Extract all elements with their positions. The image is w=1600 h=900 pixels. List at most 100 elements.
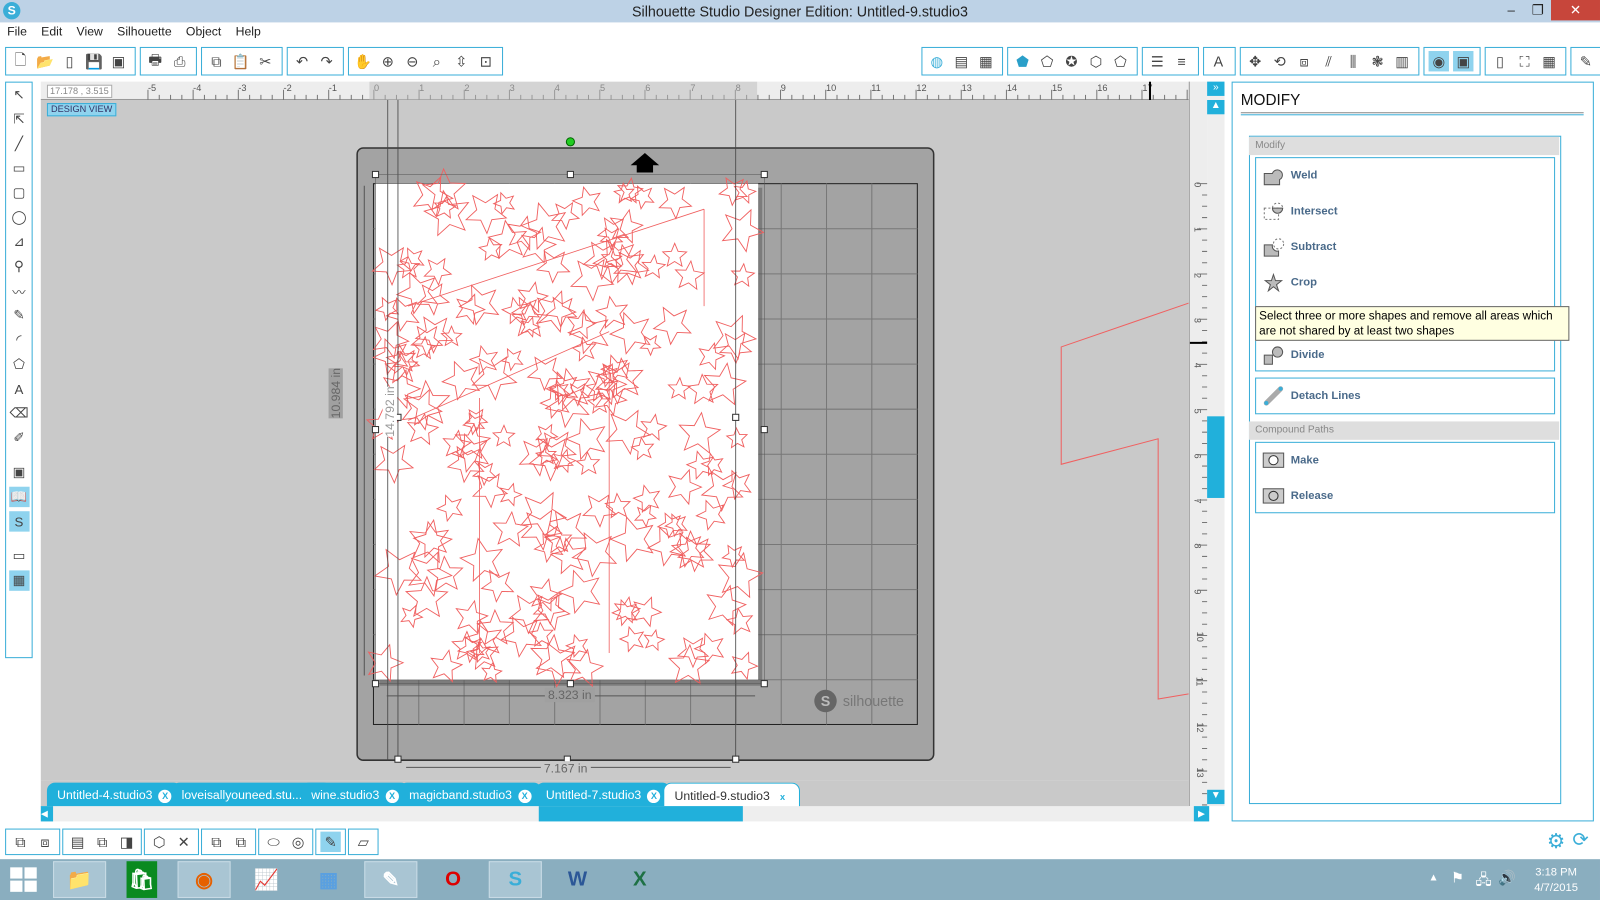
- show-hidden-icons[interactable]: ▲: [1429, 872, 1439, 883]
- menu-file[interactable]: File: [0, 22, 34, 42]
- resize-handle[interactable]: [732, 755, 740, 763]
- taskbar-silhouette-studio-icon[interactable]: S: [488, 861, 542, 898]
- select-tool-icon[interactable]: ↖: [9, 85, 29, 105]
- scale-icon[interactable]: ⧈: [1294, 51, 1314, 71]
- weld-button[interactable]: Weld: [1262, 163, 1317, 187]
- taskbar-file-explorer-icon[interactable]: 📁: [53, 861, 107, 898]
- grid-icon[interactable]: ▦: [1539, 51, 1559, 71]
- eraser-tool-icon[interactable]: ⌫: [9, 403, 29, 423]
- tab-close-button[interactable]: X: [518, 789, 532, 804]
- point-edit-icon[interactable]: ⇱: [9, 109, 29, 129]
- send-backward-icon[interactable]: ◨: [116, 832, 136, 852]
- zoom-in-icon[interactable]: ⊕: [378, 51, 398, 71]
- fill-color-icon[interactable]: ◍: [927, 51, 947, 71]
- line-color-icon[interactable]: ⬟: [1012, 51, 1032, 71]
- align-icon[interactable]: ⫼: [1343, 51, 1363, 71]
- fit-to-page-icon[interactable]: ⊡: [476, 51, 496, 71]
- offset-icon[interactable]: ⬡: [1086, 51, 1106, 71]
- bring-forward-icon[interactable]: ⧉: [92, 832, 112, 852]
- canvas-drawing[interactable]: [41, 99, 1189, 781]
- freehand-tool-icon[interactable]: 〰: [9, 281, 29, 301]
- scroll-left-button[interactable]: ◀: [40, 806, 54, 822]
- scroll-right-button[interactable]: ▶: [1193, 806, 1210, 822]
- resize-handle[interactable]: [394, 755, 402, 763]
- sketch-icon[interactable]: ✪: [1061, 51, 1081, 71]
- sketch-pen-icon[interactable]: ✎: [320, 831, 341, 853]
- taskbar-excel-icon[interactable]: X: [613, 861, 666, 898]
- 3d-icon[interactable]: ⬡: [149, 832, 169, 852]
- resize-handle[interactable]: [760, 426, 768, 434]
- polygon-tool-icon[interactable]: ⊿: [9, 232, 29, 252]
- zoom-drag-icon[interactable]: ⇳: [451, 51, 471, 71]
- new-file-icon[interactable]: 🗋: [10, 51, 30, 71]
- cut-settings-icon[interactable]: ▭: [9, 546, 29, 566]
- text-tool-icon[interactable]: A: [9, 379, 29, 399]
- restore-button[interactable]: ❐: [1522, 0, 1553, 20]
- horizontal-scrollbar[interactable]: ◀ ▶: [40, 806, 1210, 822]
- undo-icon[interactable]: ↶: [292, 51, 312, 71]
- duplicate-icon[interactable]: ⧉: [206, 832, 226, 852]
- clear-icon[interactable]: ✕: [173, 832, 193, 852]
- taskbar-control-panel-icon[interactable]: ▦: [302, 861, 355, 898]
- vertical-scrollbar[interactable]: » ▲ ▼: [1207, 81, 1225, 807]
- smooth-freehand-icon[interactable]: ✎: [9, 305, 29, 325]
- taskbar-store-icon[interactable]: 🛍: [126, 861, 158, 898]
- menu-view[interactable]: View: [69, 22, 110, 42]
- scroll-down-button[interactable]: ▼: [1207, 789, 1225, 805]
- divide-button[interactable]: Divide: [1262, 343, 1324, 367]
- template-icon[interactable]: ▯: [59, 51, 79, 71]
- registration-icon[interactable]: ⛶: [1514, 51, 1534, 71]
- tab-close-button[interactable]: X: [158, 789, 172, 804]
- fill-pattern-icon[interactable]: ▦: [976, 51, 996, 71]
- make-compound-button[interactable]: Make: [1262, 448, 1319, 472]
- send-to-silhouette-icon[interactable]: ⎙: [169, 51, 189, 71]
- vertical-ruler[interactable]: 0 1 2 3 4 5 6 7 8 9 10 11 12 13: [1188, 81, 1209, 807]
- design-canvas[interactable]: DESIGN VIEW 10.984 in 14.792 in 8.323 in…: [40, 99, 1189, 781]
- resize-handle[interactable]: [371, 426, 380, 434]
- panel-expand-icon[interactable]: »: [1207, 81, 1225, 96]
- intersect-button[interactable]: Intersect: [1262, 199, 1338, 223]
- zoom-select-icon[interactable]: ⌕: [427, 51, 447, 71]
- paste-icon[interactable]: 📋: [231, 51, 251, 71]
- arc-tool-icon[interactable]: ◜: [9, 330, 29, 350]
- save-icon[interactable]: 💾: [84, 51, 104, 71]
- zoom-out-icon[interactable]: ⊖: [402, 51, 422, 71]
- transform-icon[interactable]: ✥: [1245, 51, 1265, 71]
- design-view-icon[interactable]: ▣: [9, 462, 29, 482]
- shear-icon[interactable]: ⫽: [1318, 51, 1338, 71]
- scroll-up-button[interactable]: ▲: [1207, 99, 1225, 115]
- crop-button[interactable]: Crop: [1262, 270, 1317, 294]
- pan-icon[interactable]: ✋: [353, 51, 373, 71]
- copy-icon[interactable]: ⧉: [206, 51, 226, 71]
- resize-handle[interactable]: [732, 413, 740, 421]
- document-tab[interactable]: Untitled-7.studio3 X: [535, 782, 671, 808]
- taskbar-word-icon[interactable]: W: [551, 861, 604, 898]
- silhouette-store-icon[interactable]: S: [8, 511, 30, 532]
- close-button[interactable]: ✕: [1551, 0, 1600, 21]
- rounded-rect-tool-icon[interactable]: ▢: [9, 183, 29, 203]
- rectangle-tool-icon[interactable]: ▭: [9, 158, 29, 178]
- horizontal-scroll-thumb[interactable]: [538, 806, 743, 822]
- document-tab[interactable]: magicband.studio3 X: [398, 782, 542, 808]
- network-icon[interactable]: 🖧: [1475, 869, 1491, 893]
- modify-icon[interactable]: ◉: [1428, 51, 1449, 72]
- resize-handle[interactable]: [760, 680, 768, 688]
- open-icon[interactable]: 📂: [35, 51, 55, 71]
- curve-tool-icon[interactable]: ⚲: [9, 256, 29, 276]
- tab-close-button[interactable]: x: [776, 791, 789, 804]
- nest-icon[interactable]: ▥: [1392, 51, 1412, 71]
- menu-silhouette[interactable]: Silhouette: [110, 22, 179, 42]
- taskbar-opera-icon[interactable]: O: [427, 861, 480, 898]
- resize-handle[interactable]: [371, 680, 380, 688]
- library-icon[interactable]: 📖: [8, 486, 30, 508]
- subtract-button[interactable]: Subtract: [1262, 235, 1336, 259]
- document-tab[interactable]: Untitled-9.studio3 x: [663, 782, 801, 808]
- cut-style-icon[interactable]: ☰: [1147, 51, 1167, 71]
- trace-icon[interactable]: ⬠: [1110, 51, 1130, 71]
- taskbar-firefox-icon[interactable]: ◉: [177, 861, 231, 898]
- arrange-icon[interactable]: ⧉: [231, 832, 251, 852]
- redo-icon[interactable]: ↷: [316, 51, 336, 71]
- knife-tool-icon[interactable]: ✐: [9, 428, 29, 448]
- line-settings-icon[interactable]: ≡: [1171, 51, 1191, 71]
- release-icon[interactable]: ▱: [353, 832, 373, 852]
